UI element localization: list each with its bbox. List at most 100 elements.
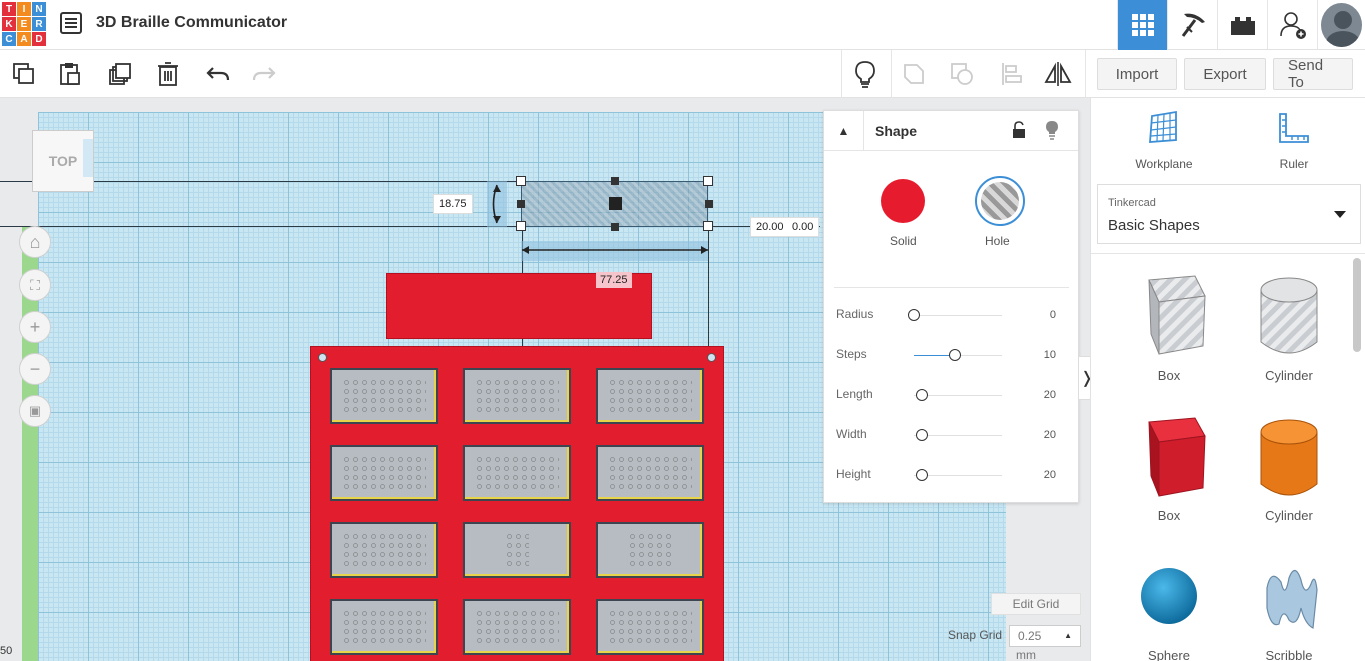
length-value-label[interactable]: 77.25 (596, 272, 632, 288)
width-slider-knob[interactable] (916, 429, 928, 441)
undo-icon (206, 67, 230, 81)
send-to-button[interactable]: Send To (1273, 57, 1353, 91)
user-profile-button[interactable] (1317, 0, 1365, 50)
height-value-label[interactable]: 18.75 (433, 194, 473, 214)
corner-handle[interactable] (703, 221, 713, 231)
collapse-panel-button[interactable]: ▲ (824, 111, 864, 151)
align-button[interactable] (996, 58, 1028, 90)
build-mode-button[interactable] (1167, 0, 1217, 50)
edge-handle[interactable] (517, 200, 525, 208)
home-view-button[interactable]: ⌂ (19, 226, 51, 258)
center-handle[interactable] (609, 197, 622, 210)
snap-grid-unit: mm (1016, 648, 1036, 661)
tinkercad-logo[interactable]: T I N K E R C A D (2, 2, 46, 46)
view-cube-label: TOP (48, 153, 78, 169)
workplane-tool[interactable]: Workplane (1104, 110, 1224, 171)
param-length-value[interactable]: 20 (1044, 389, 1056, 401)
snap-grid-label: Snap Grid (948, 628, 1003, 642)
edge-handle[interactable] (611, 223, 619, 231)
export-button[interactable]: Export (1184, 58, 1266, 90)
param-width-value[interactable]: 20 (1044, 429, 1056, 441)
corner-handle[interactable] (703, 176, 713, 186)
steps-slider-knob[interactable] (949, 349, 961, 361)
radius-slider-track[interactable] (914, 315, 1002, 316)
ruler-tool[interactable]: Ruler (1234, 110, 1354, 171)
solid-label[interactable]: Solid (890, 234, 917, 248)
ruler-icon (1279, 113, 1309, 143)
workplane-icon (1149, 110, 1177, 143)
shape-cylinder-hole[interactable]: Cylinder (1229, 268, 1349, 398)
perspective-button[interactable]: ▣ (19, 395, 51, 427)
sidebar-scrollbar[interactable] (1353, 258, 1361, 352)
hole-swatch[interactable] (975, 176, 1025, 226)
braille-cell[interactable] (330, 445, 438, 501)
lock-icon[interactable] (1011, 120, 1027, 140)
braille-cell[interactable] (596, 445, 704, 501)
invite-user-button[interactable] (1267, 0, 1317, 50)
corner-handle[interactable] (516, 176, 526, 186)
paste-icon (60, 63, 80, 85)
fit-view-button[interactable]: ⛶ (19, 269, 51, 301)
param-steps-value[interactable]: 10 (1044, 349, 1056, 361)
shape-sphere[interactable]: Sphere (1109, 548, 1229, 661)
braille-cell[interactable] (330, 368, 438, 424)
corner-handle[interactable] (516, 221, 526, 231)
hole-label[interactable]: Hole (985, 234, 1010, 248)
import-button[interactable]: Import (1097, 58, 1177, 90)
param-height-value[interactable]: 20 (1044, 469, 1056, 481)
align-icon (1002, 63, 1022, 85)
plus-icon: + (29, 316, 41, 337)
lightbulb-icon[interactable] (1044, 119, 1060, 141)
solid-color-swatch[interactable] (881, 179, 925, 223)
ruler-coordinate: 50 (0, 645, 13, 657)
braille-cell[interactable] (463, 445, 571, 501)
shape-box[interactable]: Box (1109, 408, 1229, 538)
shape-panel-header: ▲ Shape (824, 111, 1078, 151)
ungroup-button[interactable] (946, 58, 978, 90)
param-radius-label: Radius (836, 307, 874, 321)
design-menu-icon[interactable] (60, 12, 82, 34)
braille-cell[interactable] (596, 599, 704, 655)
dropdown-caret-icon (1334, 211, 1346, 218)
fit-all-icon: ⛶ (30, 276, 40, 293)
notes-button[interactable] (849, 58, 881, 90)
document-title[interactable]: 3D Braille Communicator (96, 14, 287, 32)
braille-cell[interactable] (463, 599, 571, 655)
braille-cell[interactable] (330, 522, 438, 578)
paste-button[interactable] (54, 58, 86, 90)
braille-cell[interactable] (463, 368, 571, 424)
undo-button[interactable] (202, 58, 234, 90)
braille-cell[interactable] (596, 522, 704, 578)
shape-box-hole[interactable]: Box (1109, 268, 1229, 398)
radius-slider-knob[interactable] (908, 309, 920, 321)
braille-cell[interactable] (463, 522, 571, 578)
view-cube[interactable]: TOP (32, 130, 94, 192)
shape-library-select[interactable]: Tinkercad Basic Shapes (1097, 184, 1361, 244)
braille-cell[interactable] (330, 599, 438, 655)
communicator-board[interactable] (310, 346, 724, 661)
duplicate-button[interactable] (104, 58, 136, 90)
delete-button[interactable] (152, 58, 184, 90)
copy-button[interactable] (8, 58, 40, 90)
width-value-label[interactable]: 20.00 (750, 217, 789, 237)
grid-view-button[interactable] (1117, 0, 1167, 50)
mount-hole (707, 353, 716, 362)
hole-pattern (981, 182, 1019, 220)
group-button[interactable] (898, 58, 930, 90)
height-slider-knob[interactable] (916, 469, 928, 481)
braille-cell[interactable] (596, 368, 704, 424)
bricks-mode-button[interactable] (1217, 0, 1267, 50)
edit-grid-button[interactable]: Edit Grid (991, 593, 1081, 615)
shape-scribble[interactable]: Scribble (1229, 548, 1349, 661)
zoom-in-button[interactable]: + (19, 311, 51, 343)
edge-handle[interactable] (611, 177, 619, 185)
mirror-button[interactable] (1042, 58, 1074, 90)
snap-grid-select[interactable]: 0.25 ▲ (1009, 625, 1081, 647)
redo-button[interactable] (248, 58, 280, 90)
offset-value-label[interactable]: 0.00 (787, 217, 820, 237)
shape-cylinder[interactable]: Cylinder (1229, 408, 1349, 538)
zoom-out-button[interactable]: − (19, 353, 51, 385)
edge-handle[interactable] (705, 200, 713, 208)
param-radius-value[interactable]: 0 (1050, 309, 1056, 321)
length-slider-knob[interactable] (916, 389, 928, 401)
